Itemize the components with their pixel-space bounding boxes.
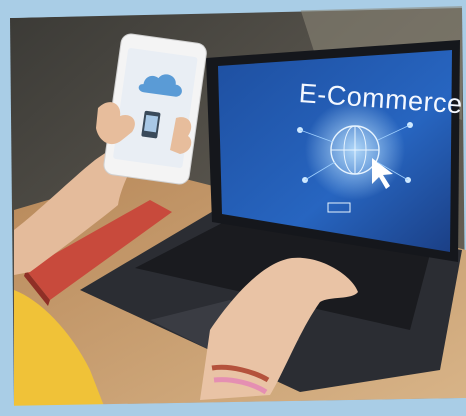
ecommerce-photo <box>0 0 466 416</box>
photo-frame: E-Commerce <box>0 0 466 416</box>
